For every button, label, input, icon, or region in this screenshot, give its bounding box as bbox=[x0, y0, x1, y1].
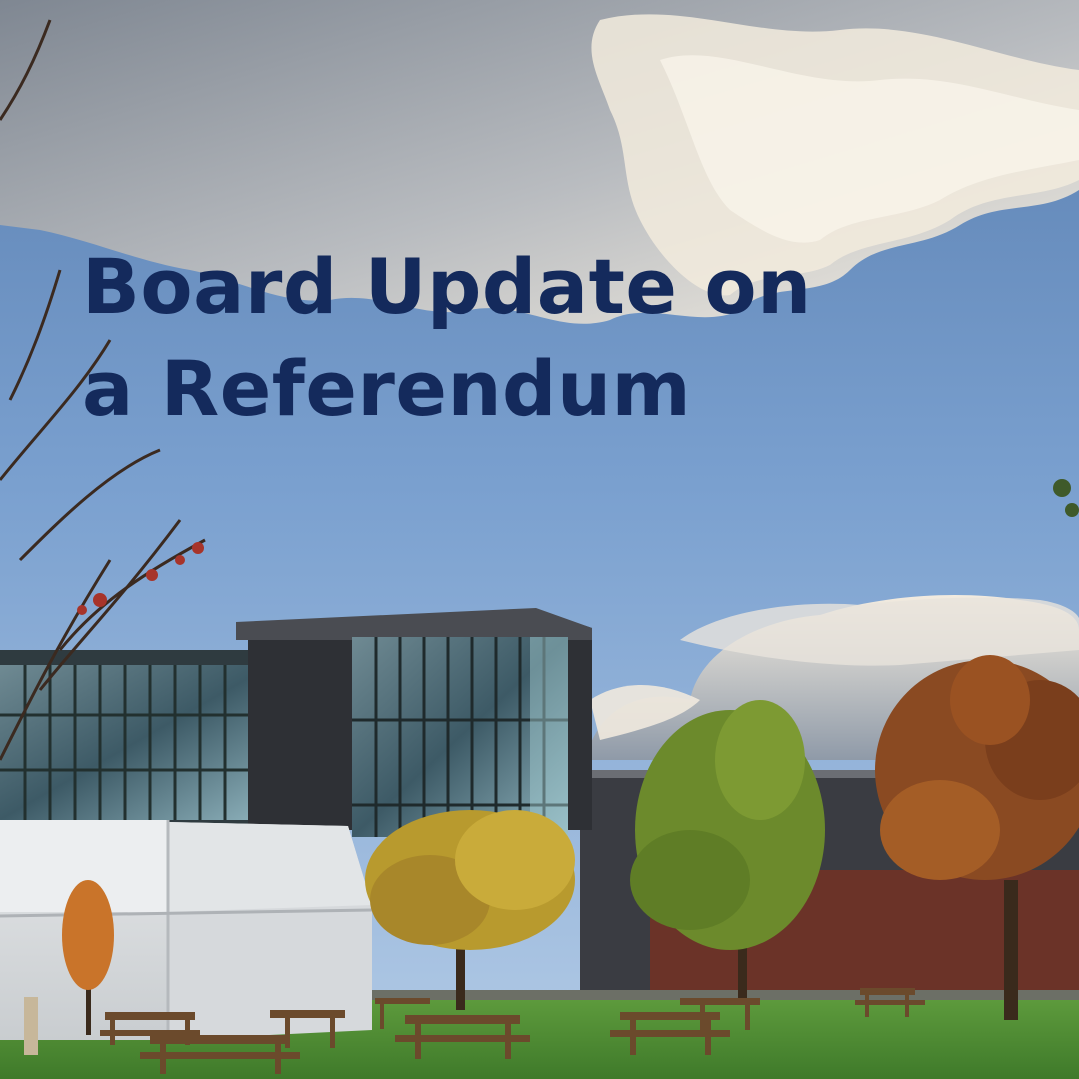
photo-post: Board Update on a Referendum bbox=[0, 0, 1079, 1079]
white-tent bbox=[0, 820, 373, 1040]
post bbox=[24, 997, 38, 1055]
glass-building bbox=[236, 608, 592, 837]
campus-photo bbox=[0, 0, 1079, 1079]
post-title-line-2: a Referendum bbox=[82, 344, 692, 433]
post-title: Board Update on a Referendum bbox=[82, 236, 812, 440]
post-title-line-1: Board Update on bbox=[82, 242, 812, 331]
